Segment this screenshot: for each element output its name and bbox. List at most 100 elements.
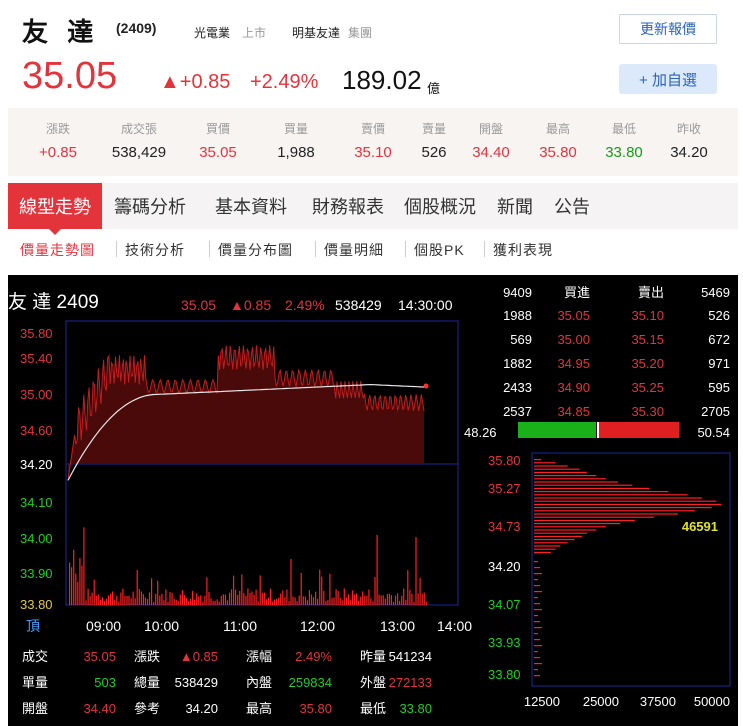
stat-label: 內盤	[246, 675, 272, 690]
distribution-tick	[534, 585, 540, 587]
volume-bar	[208, 592, 210, 605]
distribution-tick	[534, 633, 538, 635]
subtab-4[interactable]: 個股PK	[414, 240, 465, 260]
tab-6[interactable]: 公告	[548, 183, 596, 229]
distribution-bar	[534, 471, 587, 473]
quote-value: 538,429	[111, 144, 167, 161]
volume-bar	[181, 590, 183, 605]
volume-bar	[134, 598, 136, 605]
subtab-5[interactable]: 獲利表現	[493, 240, 553, 260]
group-label[interactable]: 明基友達	[292, 24, 340, 41]
volume-bar	[155, 593, 157, 605]
volume-bar	[212, 600, 214, 605]
volume-bar	[257, 601, 259, 605]
distribution-bar	[534, 532, 587, 534]
sell-ratio-bar	[599, 422, 679, 438]
distribution-bar	[534, 542, 568, 544]
volume-bar	[159, 595, 161, 605]
volume-bar	[392, 602, 395, 605]
volume-bar	[384, 598, 386, 605]
market-label: 上市	[242, 26, 267, 40]
distribution-bar	[534, 513, 678, 515]
volume-bar	[157, 580, 159, 605]
tab-1[interactable]: 籌碼分析	[105, 183, 195, 229]
volume-bar	[173, 598, 175, 605]
distribution-price-label: 33.80	[488, 667, 521, 682]
volume-bar	[124, 595, 126, 605]
distribution-tick	[534, 591, 542, 593]
refresh-quote-button[interactable]: 更新報價	[619, 14, 717, 44]
volume-bar	[288, 600, 290, 605]
order-book-cell: 34.90	[557, 380, 590, 395]
volume-bar	[310, 594, 313, 605]
volume-bar	[345, 597, 347, 605]
volume-bar	[321, 576, 323, 605]
volume-bar	[425, 601, 427, 605]
volume-bar	[71, 567, 73, 605]
stat-label: 成交	[22, 649, 48, 664]
add-watchlist-button[interactable]: + 加自選	[619, 64, 717, 94]
industry-label[interactable]: 光電業	[194, 24, 230, 41]
volume-bar	[296, 601, 298, 605]
volume-bar	[415, 537, 417, 605]
distribution-tick	[534, 657, 540, 659]
volume-bar	[259, 575, 261, 605]
volume-bar	[235, 589, 237, 605]
price-axis-label: 35.40	[20, 351, 53, 366]
volume-bar	[73, 549, 75, 605]
tab-0[interactable]: 線型走勢	[8, 183, 102, 235]
volume-bar	[405, 599, 407, 605]
volume-bar	[103, 600, 105, 605]
volume-bar	[218, 601, 220, 605]
volume-bar	[343, 588, 345, 605]
chart-info: ▲0.85	[230, 297, 271, 313]
order-book-cell: 35.30	[631, 404, 664, 419]
stock-header: 友 達 (2409) 光電業 上市 明基友達 集團 更新報價 + 加自選 35.…	[0, 0, 743, 178]
distribution-bar	[534, 491, 669, 493]
volume-bar	[304, 596, 306, 605]
volume-bar	[169, 592, 171, 605]
distribution-bar	[534, 475, 597, 477]
time-axis-label: 頂	[26, 618, 40, 634]
order-book-cell: 35.25	[631, 380, 664, 395]
order-book-cell: 569	[510, 332, 532, 347]
stat-value: 35.80	[299, 701, 332, 716]
volume-bar	[251, 591, 253, 605]
volume-bar	[394, 595, 397, 605]
quote-label: 漲跌	[45, 122, 70, 136]
volume-bar	[110, 593, 112, 605]
subtab-1[interactable]: 技術分析	[125, 240, 185, 260]
quote-item: 成交張 538,429	[99, 120, 179, 161]
volume-bar	[140, 591, 142, 605]
volume-bar	[302, 596, 304, 605]
group-suffix: 集團	[348, 26, 373, 40]
order-book-cell: 971	[708, 356, 730, 371]
volume-bar	[75, 573, 77, 605]
distribution-axis-label: 25000	[583, 694, 619, 709]
tab-5[interactable]: 新聞	[490, 183, 540, 229]
volume-bar	[413, 601, 415, 605]
tab-4[interactable]: 個股概況	[396, 183, 484, 229]
volume-bar	[374, 577, 376, 605]
volume-bar	[91, 592, 93, 605]
volume-bar	[368, 589, 370, 605]
volume-bar	[294, 597, 296, 605]
volume-bar	[341, 600, 343, 605]
chart-info: 538429	[335, 297, 382, 313]
distribution-bar	[534, 523, 621, 525]
volume-bar	[118, 601, 120, 605]
subtab-0[interactable]: 價量走勢圖	[20, 240, 95, 260]
subtab-divider	[405, 241, 406, 257]
distribution-tick	[534, 609, 542, 611]
order-book-cell: 35.20	[631, 356, 664, 371]
volume-bar	[136, 570, 138, 605]
volume-bar	[269, 588, 272, 605]
tab-2[interactable]: 基本資料	[205, 183, 297, 229]
distribution-axis-label: 50000	[694, 694, 730, 709]
stat-value: ▲0.85	[180, 649, 218, 664]
distribution-bar	[534, 526, 606, 528]
main-tabs: 線型走勢 籌碼分析 基本資料 財務報表 個股概況 新聞 公告	[8, 183, 738, 235]
tab-3[interactable]: 財務報表	[304, 183, 392, 229]
subtab-2[interactable]: 價量分布圖	[218, 240, 293, 260]
subtab-3[interactable]: 價量明細	[324, 240, 384, 260]
